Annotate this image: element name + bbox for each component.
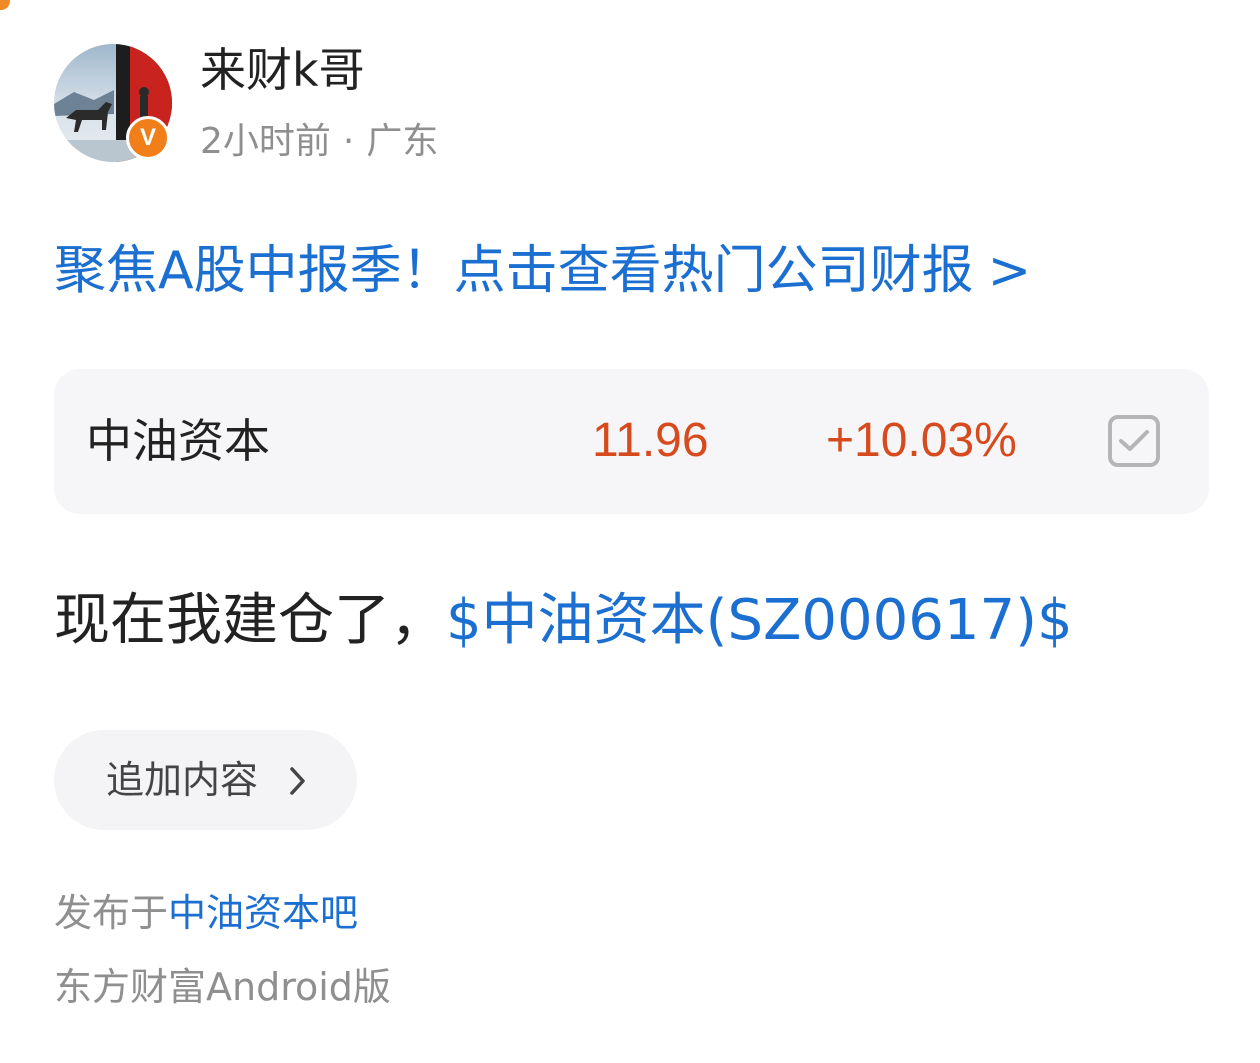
post-text: 现在我建仓了， [54,588,446,653]
watchlist-checkbox-icon[interactable] [1108,415,1160,467]
notification-dot [0,0,10,10]
stock-name: 中油资本 [86,414,270,468]
promo-text: 聚焦A股中报季！点击查看热门公司财报 [54,241,974,301]
post-time: 2小时前 [200,121,331,162]
published-in: 发布于中油资本吧 [54,886,358,940]
published-prefix: 发布于 [54,891,169,935]
stock-tag-link[interactable]: $中油资本(SZ000617)$ [446,588,1073,653]
post-source: 东方财富Android版 [54,965,391,1009]
append-content-button[interactable]: 追加内容 [54,730,357,830]
post-meta: 2小时前 · 广东 [200,118,438,166]
post-body: 现在我建仓了，$中油资本(SZ000617)$ [54,583,1073,659]
meta-separator: · [342,121,355,162]
promo-chevron-icon: > [987,241,1032,301]
stock-change: +10.03% [826,414,1017,467]
append-content-label: 追加内容 [106,758,259,802]
promo-link[interactable]: 聚焦A股中报季！点击查看热门公司财报 > [54,236,1031,306]
stock-quote-card[interactable]: 中油资本 11.96 +10.03% [54,369,1209,514]
author-name[interactable]: 来财k哥 [200,42,365,98]
post-location: 广东 [366,121,439,162]
chevron-right-icon [288,766,308,800]
stock-price: 11.96 [592,414,709,467]
bar-link[interactable]: 中油资本吧 [168,891,358,935]
verified-badge-icon: V [126,116,170,160]
